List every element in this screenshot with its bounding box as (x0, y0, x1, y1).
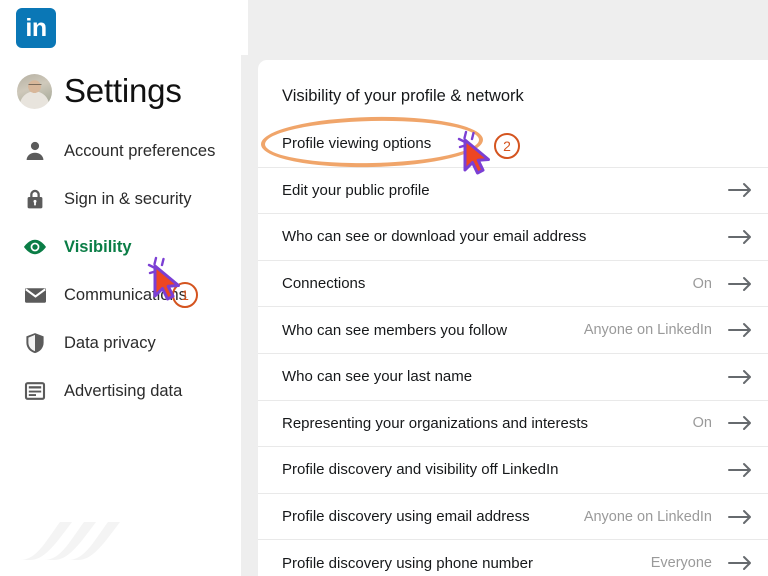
shield-icon (22, 330, 48, 356)
page-title: Settings (64, 72, 182, 109)
avatar[interactable] (17, 73, 52, 109)
row-who-can-see-your-last-name[interactable]: Who can see your last name (258, 352, 768, 400)
sidebar-item-label: Visibility (64, 237, 132, 256)
row-profile-discovery-email[interactable]: Profile discovery using email address An… (258, 492, 768, 540)
arrow-right-icon[interactable] (728, 229, 768, 245)
person-icon (22, 138, 48, 164)
row-connections[interactable]: Connections On (258, 259, 768, 307)
row-label: Profile discovery using phone number (282, 554, 533, 572)
row-label: Profile discovery using email address (282, 508, 530, 526)
sidebar-item-label: Data privacy (64, 333, 156, 352)
arrow-right-icon[interactable] (728, 182, 768, 198)
sidebar-item-label: Communications (64, 285, 187, 304)
row-label: Who can see or download your email addre… (282, 228, 587, 246)
sidebar-item-label: Account preferences (64, 141, 216, 160)
lock-icon (22, 186, 48, 212)
row-who-can-see-members-you-follow[interactable]: Who can see members you follow Anyone on… (258, 306, 768, 353)
row-edit-your-public-profile[interactable]: Edit your public profile (258, 166, 768, 214)
row-label: Profile viewing options (282, 134, 432, 152)
arrow-right-icon[interactable] (728, 322, 768, 338)
linkedin-logo-text: in (25, 14, 47, 42)
sidebar-item-visibility[interactable]: Visibility (0, 223, 241, 271)
row-label: Who can see your last name (282, 368, 473, 386)
sidebar-item-label: Advertising data (64, 381, 183, 400)
arrow-right-icon[interactable] (728, 555, 768, 571)
envelope-icon (22, 282, 48, 308)
row-value: Anyone on LinkedIn (583, 322, 712, 339)
row-label: Edit your public profile (282, 181, 430, 199)
watermark-slashes-icon (14, 520, 134, 562)
arrow-right-icon[interactable] (728, 415, 768, 431)
sidebar-item-communications[interactable]: Communications (0, 271, 241, 319)
sidebar-header: Settings (17, 72, 182, 110)
step-badge-1: 1 (172, 282, 198, 308)
arrow-right-icon[interactable] (728, 509, 768, 525)
document-list-icon (22, 378, 48, 404)
row-label: Representing your organizations and inte… (282, 414, 589, 432)
sidebar-nav: Account preferences Sign in & security V… (0, 127, 241, 415)
row-label: Connections (282, 275, 366, 293)
eye-icon (22, 234, 48, 260)
linkedin-logo-icon[interactable]: in (16, 8, 56, 48)
arrow-right-icon[interactable] (728, 276, 768, 292)
arrow-right-icon[interactable] (728, 462, 768, 478)
row-profile-discovery-off-linkedin[interactable]: Profile discovery and visibility off Lin… (258, 446, 768, 493)
sidebar-item-advertising-data[interactable]: Advertising data (0, 367, 241, 415)
settings-row-list: Profile viewing options Edit your public… (258, 120, 768, 576)
row-value: Anyone on LinkedIn (583, 508, 712, 525)
linkedin-settings-screen: in Settings Account preferences Sign in … (0, 0, 768, 576)
card-title: Visibility of your profile & network (282, 87, 524, 105)
arrow-right-icon[interactable] (728, 369, 768, 385)
sidebar-item-label: Sign in & security (64, 189, 192, 208)
sidebar-item-sign-in-security[interactable]: Sign in & security (0, 175, 241, 223)
settings-sidebar: Settings Account preferences Sign in & s… (0, 55, 241, 576)
row-representing-your-organizations[interactable]: Representing your organizations and inte… (258, 399, 768, 447)
top-logo-bar: in (0, 0, 248, 55)
sidebar-item-data-privacy[interactable]: Data privacy (0, 319, 241, 367)
row-who-can-see-email-address[interactable]: Who can see or download your email addre… (258, 213, 768, 260)
row-label: Who can see members you follow (282, 321, 508, 339)
step-badge-2: 2 (494, 133, 520, 159)
panel-gutter (241, 55, 258, 576)
sidebar-item-account-preferences[interactable]: Account preferences (0, 127, 241, 175)
row-profile-discovery-phone[interactable]: Profile discovery using phone number Eve… (258, 539, 768, 576)
row-value: Everyone (650, 555, 712, 572)
row-value: On (692, 415, 712, 432)
row-label: Profile discovery and visibility off Lin… (282, 461, 559, 479)
row-value: On (692, 275, 712, 292)
